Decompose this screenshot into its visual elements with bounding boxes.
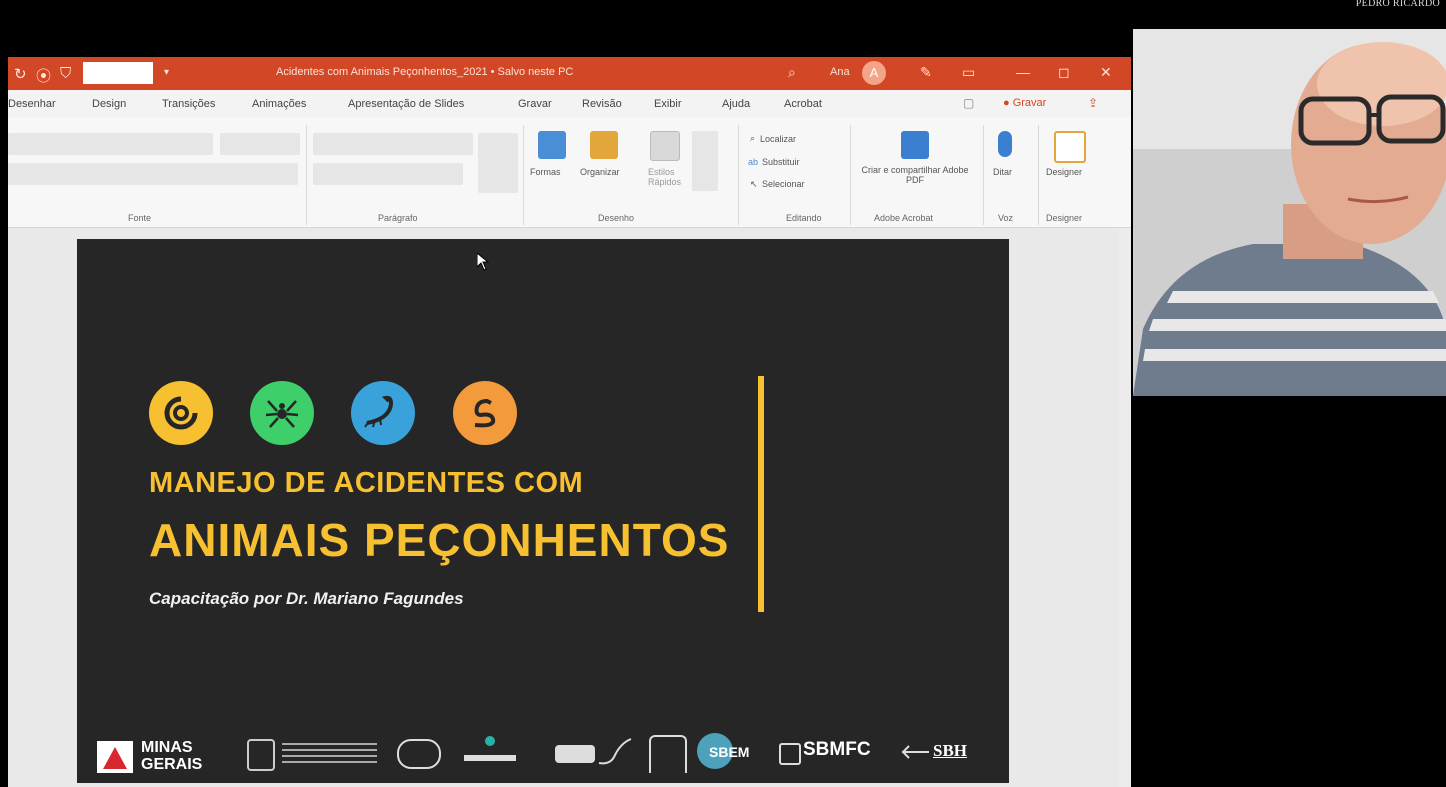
separator [983, 125, 984, 225]
group-label-editando: Editando [786, 213, 822, 223]
sbem-logo: SBEM [709, 744, 750, 760]
replace-icon: ab [748, 157, 759, 167]
slide-canvas[interactable]: MANEJO DE ACIDENTES COM ANIMAIS PEÇONHEN… [77, 239, 1009, 783]
spider-icon [250, 381, 314, 445]
tab-design[interactable]: Design [92, 98, 126, 110]
group-label-paragrafo: Parágrafo [378, 213, 418, 223]
microphone-icon[interactable] [998, 131, 1012, 157]
tab-desenhar[interactable]: Desenhar [8, 98, 56, 110]
tab-apresentacao[interactable]: Apresentação de Slides [348, 98, 464, 110]
record-icon[interactable]: ⦿ [36, 65, 51, 86]
maximize-icon[interactable]: ◻ [1058, 64, 1070, 81]
vertical-scrollbar[interactable] [1119, 228, 1131, 787]
presenter-name-tag: PEDRO RICARDO [1355, 0, 1440, 9]
tab-exibir[interactable]: Exibir [654, 98, 682, 110]
accent-divider [758, 376, 764, 612]
shield-icon[interactable]: ⛉ [60, 65, 71, 82]
slide-editing-area: MANEJO DE ACIDENTES COM ANIMAIS PEÇONHEN… [8, 228, 1131, 787]
tab-acrobat[interactable]: Acrobat [784, 98, 822, 110]
quick-access-field[interactable] [83, 62, 153, 84]
minimize-icon[interactable]: — [1016, 64, 1030, 80]
customize-quick-access-icon[interactable]: ▾ [164, 67, 169, 78]
minas-gerais-logo: MINAS GERAIS [141, 739, 203, 773]
shapes-button[interactable]: Formas [530, 167, 561, 177]
designer-button[interactable]: Designer [1046, 167, 1082, 177]
close-icon[interactable]: ✕ [1100, 64, 1112, 81]
font-size-box[interactable] [220, 133, 300, 155]
record-button[interactable]: ● Gravar [1003, 97, 1046, 109]
list-buttons[interactable] [313, 133, 473, 155]
ribbon-tabs: Desenhar Design Transições Animações Apr… [8, 90, 1131, 117]
group-label-fonte: Fonte [128, 213, 152, 223]
dictate-button[interactable]: Ditar [993, 167, 1012, 177]
pen-icon[interactable]: ✎ [920, 64, 932, 81]
redo-icon[interactable]: ↻ [14, 65, 27, 83]
pdf-icon[interactable] [901, 131, 929, 159]
medicina-logo-icon [553, 735, 633, 769]
arrange-button[interactable]: Organizar [580, 167, 620, 177]
centipede-icon [149, 381, 213, 445]
title-bar: ↻ ⦿ ⛉ ▾ Acidentes com Animais Peçonhento… [8, 57, 1131, 90]
minas-gerais-logo-icon [97, 741, 133, 773]
tab-animacoes[interactable]: Animações [252, 98, 306, 110]
shapes-icon[interactable] [538, 131, 566, 159]
separator [306, 125, 307, 225]
document-title[interactable]: Acidentes com Animais Peçonhentos_2021 •… [276, 66, 573, 78]
group-label-desenho: Desenho [598, 213, 635, 223]
quick-styles-button[interactable]: Estilos Rápidos [648, 167, 684, 187]
shape-format-buttons[interactable] [692, 131, 718, 191]
font-format-buttons[interactable] [8, 163, 298, 185]
unifimec-logo-icon [462, 735, 518, 765]
font-name-box[interactable] [8, 133, 213, 155]
separator [1038, 125, 1039, 225]
avatar[interactable]: A [862, 61, 886, 85]
group-label-designer: Designer [1046, 213, 1083, 223]
comments-icon[interactable]: ▢ [963, 96, 974, 110]
user-name[interactable]: Ana [830, 66, 850, 78]
mouse-cursor-icon [476, 251, 490, 276]
select-button[interactable]: Selecionar [762, 179, 805, 189]
replace-button[interactable]: Substituir [762, 157, 800, 167]
select-icon: ↖ [750, 179, 758, 189]
separator [523, 125, 524, 225]
ribbon-display-icon[interactable]: ▭ [962, 64, 975, 81]
tab-transicoes[interactable]: Transições [162, 98, 215, 110]
unimontes-logo-icon [397, 739, 441, 769]
designer-icon[interactable] [1054, 131, 1086, 163]
find-icon: ⌕ [750, 133, 756, 143]
sbh-logo: SBH [933, 741, 968, 760]
slide-title-line1: MANEJO DE ACIDENTES COM [149, 467, 584, 499]
alignment-buttons[interactable] [313, 163, 463, 185]
search-icon[interactable]: ⌕ [788, 64, 796, 81]
regional-health-crest-icon [247, 739, 275, 771]
arrange-icon[interactable] [590, 131, 618, 159]
text-direction-buttons[interactable] [478, 133, 518, 193]
presenter-webcam-video [1133, 29, 1446, 396]
sbmfc-logo-icon [779, 743, 801, 765]
slide-title-line2: ANIMAIS PEÇONHENTOS [149, 514, 730, 566]
slide-subtitle: Capacitação por Dr. Mariano Fagundes [149, 589, 464, 608]
group-label-voz: Voz [998, 213, 1014, 223]
regional-health-text-logo [282, 743, 377, 765]
quick-styles-icon[interactable] [650, 131, 680, 161]
scorpion-icon [351, 381, 415, 445]
separator [738, 125, 739, 225]
tab-gravar[interactable]: Gravar [518, 98, 552, 110]
powerpoint-window: ↻ ⦿ ⛉ ▾ Acidentes com Animais Peçonhento… [8, 57, 1131, 787]
group-label-acrobat: Adobe Acrobat [874, 213, 934, 223]
ribbon: Fonte Parágrafo Formas Organizar Estilos… [8, 117, 1131, 228]
sbh-logo-icon [901, 743, 931, 761]
sbmfc-logo: SBMFC [803, 739, 871, 760]
snake-icon [453, 381, 517, 445]
separator [850, 125, 851, 225]
tab-revisao[interactable]: Revisão [582, 98, 622, 110]
create-pdf-button[interactable]: Criar e compartilhar Adobe PDF [860, 165, 970, 185]
find-button[interactable]: Localizar [760, 134, 796, 144]
share-icon[interactable]: ⇪ [1088, 96, 1098, 110]
tab-ajuda[interactable]: Ajuda [722, 98, 750, 110]
building-logo-icon [649, 735, 687, 773]
